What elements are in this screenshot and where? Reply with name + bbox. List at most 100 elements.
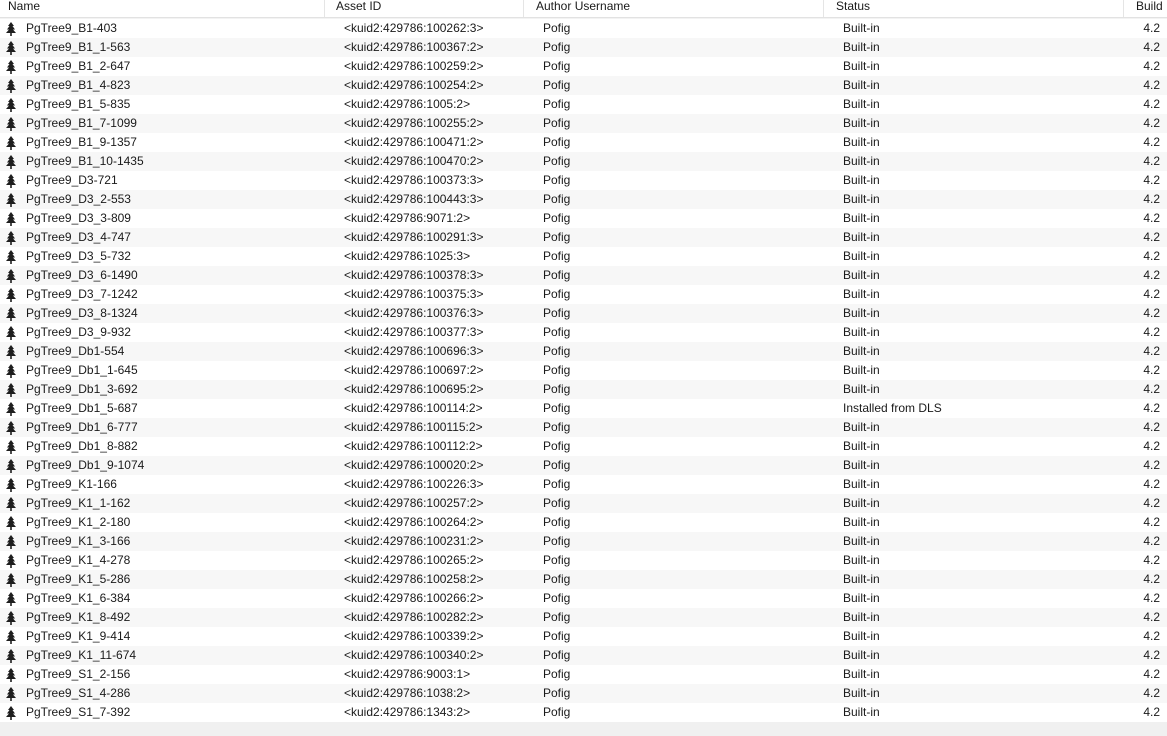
- build-cell: 4.2: [1143, 515, 1160, 529]
- status-cell: Built-in: [843, 382, 880, 396]
- asset-name-cell: PgTree9_B1_10-1435: [26, 154, 144, 168]
- table-row[interactable]: PgTree9_Db1_5-687 <kuid2:429786:100114:2…: [0, 399, 1167, 418]
- column-header-status[interactable]: Status: [836, 0, 1116, 17]
- asset-id-cell: <kuid2:429786:9071:2>: [344, 211, 471, 225]
- table-row[interactable]: PgTree9_B1_2-647 <kuid2:429786:100259:2>…: [0, 57, 1167, 76]
- status-cell: Built-in: [843, 249, 880, 263]
- table-row[interactable]: PgTree9_Db1_6-777 <kuid2:429786:100115:2…: [0, 418, 1167, 437]
- status-cell: Built-in: [843, 591, 880, 605]
- tree-icon: [4, 231, 18, 245]
- build-cell: 4.2: [1143, 268, 1160, 282]
- column-header-bar: Name Asset ID Author Username Status Bui…: [0, 0, 1167, 18]
- table-row[interactable]: PgTree9_Db1_3-692 <kuid2:429786:100695:2…: [0, 380, 1167, 399]
- column-header-name[interactable]: Name: [8, 0, 318, 17]
- asset-name-cell: PgTree9_Db1_3-692: [26, 382, 138, 396]
- tree-icon: [4, 345, 18, 359]
- tree-icon: [4, 592, 18, 606]
- status-cell: Built-in: [843, 363, 880, 377]
- status-cell: Built-in: [843, 667, 880, 681]
- column-resize-handle-author[interactable]: [823, 0, 824, 17]
- table-row[interactable]: PgTree9_D3_9-932 <kuid2:429786:100377:3>…: [0, 323, 1167, 342]
- tree-icon: [4, 516, 18, 530]
- author-cell: Pofig: [543, 21, 571, 35]
- table-row[interactable]: PgTree9_K1-166 <kuid2:429786:100226:3> P…: [0, 475, 1167, 494]
- table-row[interactable]: PgTree9_K1_9-414 <kuid2:429786:100339:2>…: [0, 627, 1167, 646]
- table-row[interactable]: PgTree9_D3_2-553 <kuid2:429786:100443:3>…: [0, 190, 1167, 209]
- asset-name-cell: PgTree9_D3_4-747: [26, 230, 131, 244]
- build-cell: 4.2: [1143, 534, 1160, 548]
- table-row[interactable]: PgTree9_D3_7-1242 <kuid2:429786:100375:3…: [0, 285, 1167, 304]
- table-row[interactable]: PgTree9_D3_4-747 <kuid2:429786:100291:3>…: [0, 228, 1167, 247]
- status-cell: Built-in: [843, 686, 880, 700]
- table-row[interactable]: PgTree9_K1_11-674 <kuid2:429786:100340:2…: [0, 646, 1167, 665]
- table-row[interactable]: PgTree9_B1_7-1099 <kuid2:429786:100255:2…: [0, 114, 1167, 133]
- table-row[interactable]: PgTree9_K1_5-286 <kuid2:429786:100258:2>…: [0, 570, 1167, 589]
- table-row[interactable]: PgTree9_D3_8-1324 <kuid2:429786:100376:3…: [0, 304, 1167, 323]
- table-row[interactable]: PgTree9_Db1-554 <kuid2:429786:100696:3> …: [0, 342, 1167, 361]
- table-row[interactable]: PgTree9_Db1_9-1074 <kuid2:429786:100020:…: [0, 456, 1167, 475]
- column-header-author[interactable]: Author Username: [536, 0, 816, 17]
- table-row[interactable]: PgTree9_Db1_1-645 <kuid2:429786:100697:2…: [0, 361, 1167, 380]
- asset-id-cell: <kuid2:429786:100375:3>: [344, 287, 484, 301]
- asset-id-cell: <kuid2:429786:100114:2>: [344, 401, 483, 415]
- table-row[interactable]: PgTree9_K1_8-492 <kuid2:429786:100282:2>…: [0, 608, 1167, 627]
- tree-icon: [4, 440, 18, 454]
- table-row[interactable]: PgTree9_D3_6-1490 <kuid2:429786:100378:3…: [0, 266, 1167, 285]
- build-cell: 4.2: [1143, 325, 1160, 339]
- table-row[interactable]: PgTree9_B1-403 <kuid2:429786:100262:3> P…: [0, 19, 1167, 38]
- status-cell: Built-in: [843, 325, 880, 339]
- author-cell: Pofig: [543, 116, 571, 130]
- status-cell: Built-in: [843, 534, 880, 548]
- build-cell: 4.2: [1143, 496, 1160, 510]
- status-cell: Built-in: [843, 21, 880, 35]
- asset-name-cell: PgTree9_S1_4-286: [26, 686, 131, 700]
- table-row[interactable]: PgTree9_K1_2-180 <kuid2:429786:100264:2>…: [0, 513, 1167, 532]
- tree-icon: [4, 98, 18, 112]
- column-resize-handle-status[interactable]: [1123, 0, 1124, 17]
- tree-icon: [4, 402, 18, 416]
- author-cell: Pofig: [543, 610, 571, 624]
- table-row[interactable]: PgTree9_D3_3-809 <kuid2:429786:9071:2> P…: [0, 209, 1167, 228]
- column-resize-handle-name[interactable]: [324, 0, 325, 17]
- table-row[interactable]: PgTree9_K1_4-278 <kuid2:429786:100265:2>…: [0, 551, 1167, 570]
- table-row[interactable]: PgTree9_K1_1-162 <kuid2:429786:100257:2>…: [0, 494, 1167, 513]
- build-cell: 4.2: [1143, 610, 1160, 624]
- asset-id-cell: <kuid2:429786:9003:1>: [344, 667, 471, 681]
- table-row[interactable]: PgTree9_K1_6-384 <kuid2:429786:100266:2>…: [0, 589, 1167, 608]
- table-row[interactable]: PgTree9_B1_5-835 <kuid2:429786:1005:2> P…: [0, 95, 1167, 114]
- build-cell: 4.2: [1143, 686, 1160, 700]
- table-row[interactable]: PgTree9_K1_3-166 <kuid2:429786:100231:2>…: [0, 532, 1167, 551]
- table-row[interactable]: PgTree9_B1_9-1357 <kuid2:429786:100471:2…: [0, 133, 1167, 152]
- build-cell: 4.2: [1143, 553, 1160, 567]
- table-row[interactable]: PgTree9_S1_4-286 <kuid2:429786:1038:2> P…: [0, 684, 1167, 703]
- author-cell: Pofig: [543, 154, 571, 168]
- author-cell: Pofig: [543, 306, 571, 320]
- tree-icon: [4, 117, 18, 131]
- table-row[interactable]: PgTree9_D3-721 <kuid2:429786:100373:3> P…: [0, 171, 1167, 190]
- asset-id-cell: <kuid2:429786:1343:2>: [344, 705, 471, 719]
- table-row[interactable]: PgTree9_B1_10-1435 <kuid2:429786:100470:…: [0, 152, 1167, 171]
- asset-id-cell: <kuid2:429786:100378:3>: [344, 268, 484, 282]
- tree-icon: [4, 573, 18, 587]
- column-header-build[interactable]: Build: [1136, 0, 1167, 17]
- status-cell: Built-in: [843, 40, 880, 54]
- table-row[interactable]: PgTree9_S1_7-392 <kuid2:429786:1343:2> P…: [0, 703, 1167, 722]
- status-cell: Built-in: [843, 78, 880, 92]
- tree-icon: [4, 687, 18, 701]
- column-header-asset-id[interactable]: Asset ID: [336, 0, 516, 17]
- build-cell: 4.2: [1143, 173, 1160, 187]
- table-row[interactable]: PgTree9_S1_2-156 <kuid2:429786:9003:1> P…: [0, 665, 1167, 684]
- table-row[interactable]: PgTree9_Db1_8-882 <kuid2:429786:100112:2…: [0, 437, 1167, 456]
- tree-icon: [4, 288, 18, 302]
- build-cell: 4.2: [1143, 287, 1160, 301]
- table-row[interactable]: PgTree9_D3_5-732 <kuid2:429786:1025:3> P…: [0, 247, 1167, 266]
- table-row[interactable]: PgTree9_B1_4-823 <kuid2:429786:100254:2>…: [0, 76, 1167, 95]
- asset-rows: PgTree9_B1-403 <kuid2:429786:100262:3> P…: [0, 19, 1167, 722]
- author-cell: Pofig: [543, 401, 571, 415]
- asset-name-cell: PgTree9_Db1_9-1074: [26, 458, 145, 472]
- asset-id-cell: <kuid2:429786:1038:2>: [344, 686, 471, 700]
- column-resize-handle-asset-id[interactable]: [523, 0, 524, 17]
- table-row[interactable]: PgTree9_B1_1-563 <kuid2:429786:100367:2>…: [0, 38, 1167, 57]
- asset-id-cell: <kuid2:429786:100339:2>: [344, 629, 484, 643]
- asset-name-cell: PgTree9_Db1_1-645: [26, 363, 138, 377]
